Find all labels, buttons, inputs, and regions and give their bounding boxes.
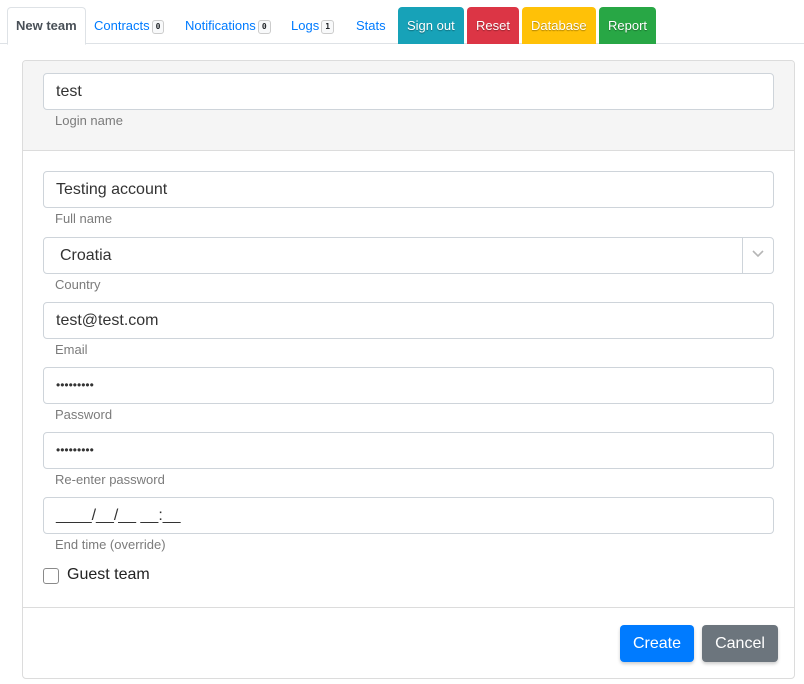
tab-new-team[interactable]: New team bbox=[7, 7, 86, 45]
database-button[interactable]: Database bbox=[522, 7, 596, 44]
password-confirm-label: Re-enter password bbox=[55, 472, 165, 487]
login-name-input[interactable]: test bbox=[43, 73, 774, 110]
create-button[interactable]: Create bbox=[620, 625, 694, 662]
tab-stats[interactable]: Stats bbox=[348, 7, 394, 44]
tab-label: Logs bbox=[291, 18, 320, 33]
tab-contracts[interactable]: Contracts 0 bbox=[86, 7, 172, 44]
password-confirm-input[interactable]: ••••••••• bbox=[43, 432, 774, 469]
email-label: Email bbox=[55, 342, 88, 357]
sign-out-button[interactable]: Sign out bbox=[398, 7, 464, 44]
tab-label: Notifications bbox=[185, 18, 256, 33]
full-name-input[interactable]: Testing account bbox=[43, 171, 774, 208]
guest-team-checkbox[interactable] bbox=[43, 568, 59, 584]
end-time-input[interactable]: ____/__/__ __:__ bbox=[43, 497, 774, 534]
password-label: Password bbox=[55, 407, 113, 422]
tab-notifications[interactable]: Notifications 0 bbox=[177, 7, 279, 44]
full-name-label: Full name bbox=[55, 211, 113, 226]
tab-bar: New team Contracts 0 Notifications 0 Logs 1… bbox=[0, 0, 804, 45]
login-name-label: Login name bbox=[55, 113, 123, 128]
notifications-count-badge: 0 bbox=[257, 19, 271, 34]
form-footer: Create Cancel bbox=[23, 607, 794, 678]
contracts-count-badge: 0 bbox=[151, 19, 165, 34]
cancel-button[interactable]: Cancel bbox=[702, 625, 778, 662]
tab-label: New team bbox=[16, 18, 77, 33]
password-input[interactable]: ••••••••• bbox=[43, 367, 774, 404]
new-team-form: test Login name Testing account Full nam… bbox=[22, 60, 795, 679]
chevron-down-icon bbox=[752, 250, 764, 258]
tab-logs[interactable]: Logs 1 bbox=[283, 7, 342, 44]
country-select[interactable]: Croatia bbox=[43, 237, 774, 274]
reset-button[interactable]: Reset bbox=[467, 7, 519, 44]
country-selected-value: Croatia bbox=[60, 247, 112, 264]
logs-count-badge: 1 bbox=[321, 19, 335, 34]
end-time-label: End time (override) bbox=[55, 537, 166, 552]
guest-team-label[interactable]: Guest team bbox=[67, 566, 150, 584]
country-label: Country bbox=[55, 277, 101, 292]
select-toggle[interactable] bbox=[742, 238, 773, 273]
tab-label: Contracts bbox=[94, 18, 150, 33]
email-input[interactable]: test@test.com bbox=[43, 302, 774, 339]
tab-label: Stats bbox=[356, 18, 386, 33]
report-button[interactable]: Report bbox=[599, 7, 657, 44]
